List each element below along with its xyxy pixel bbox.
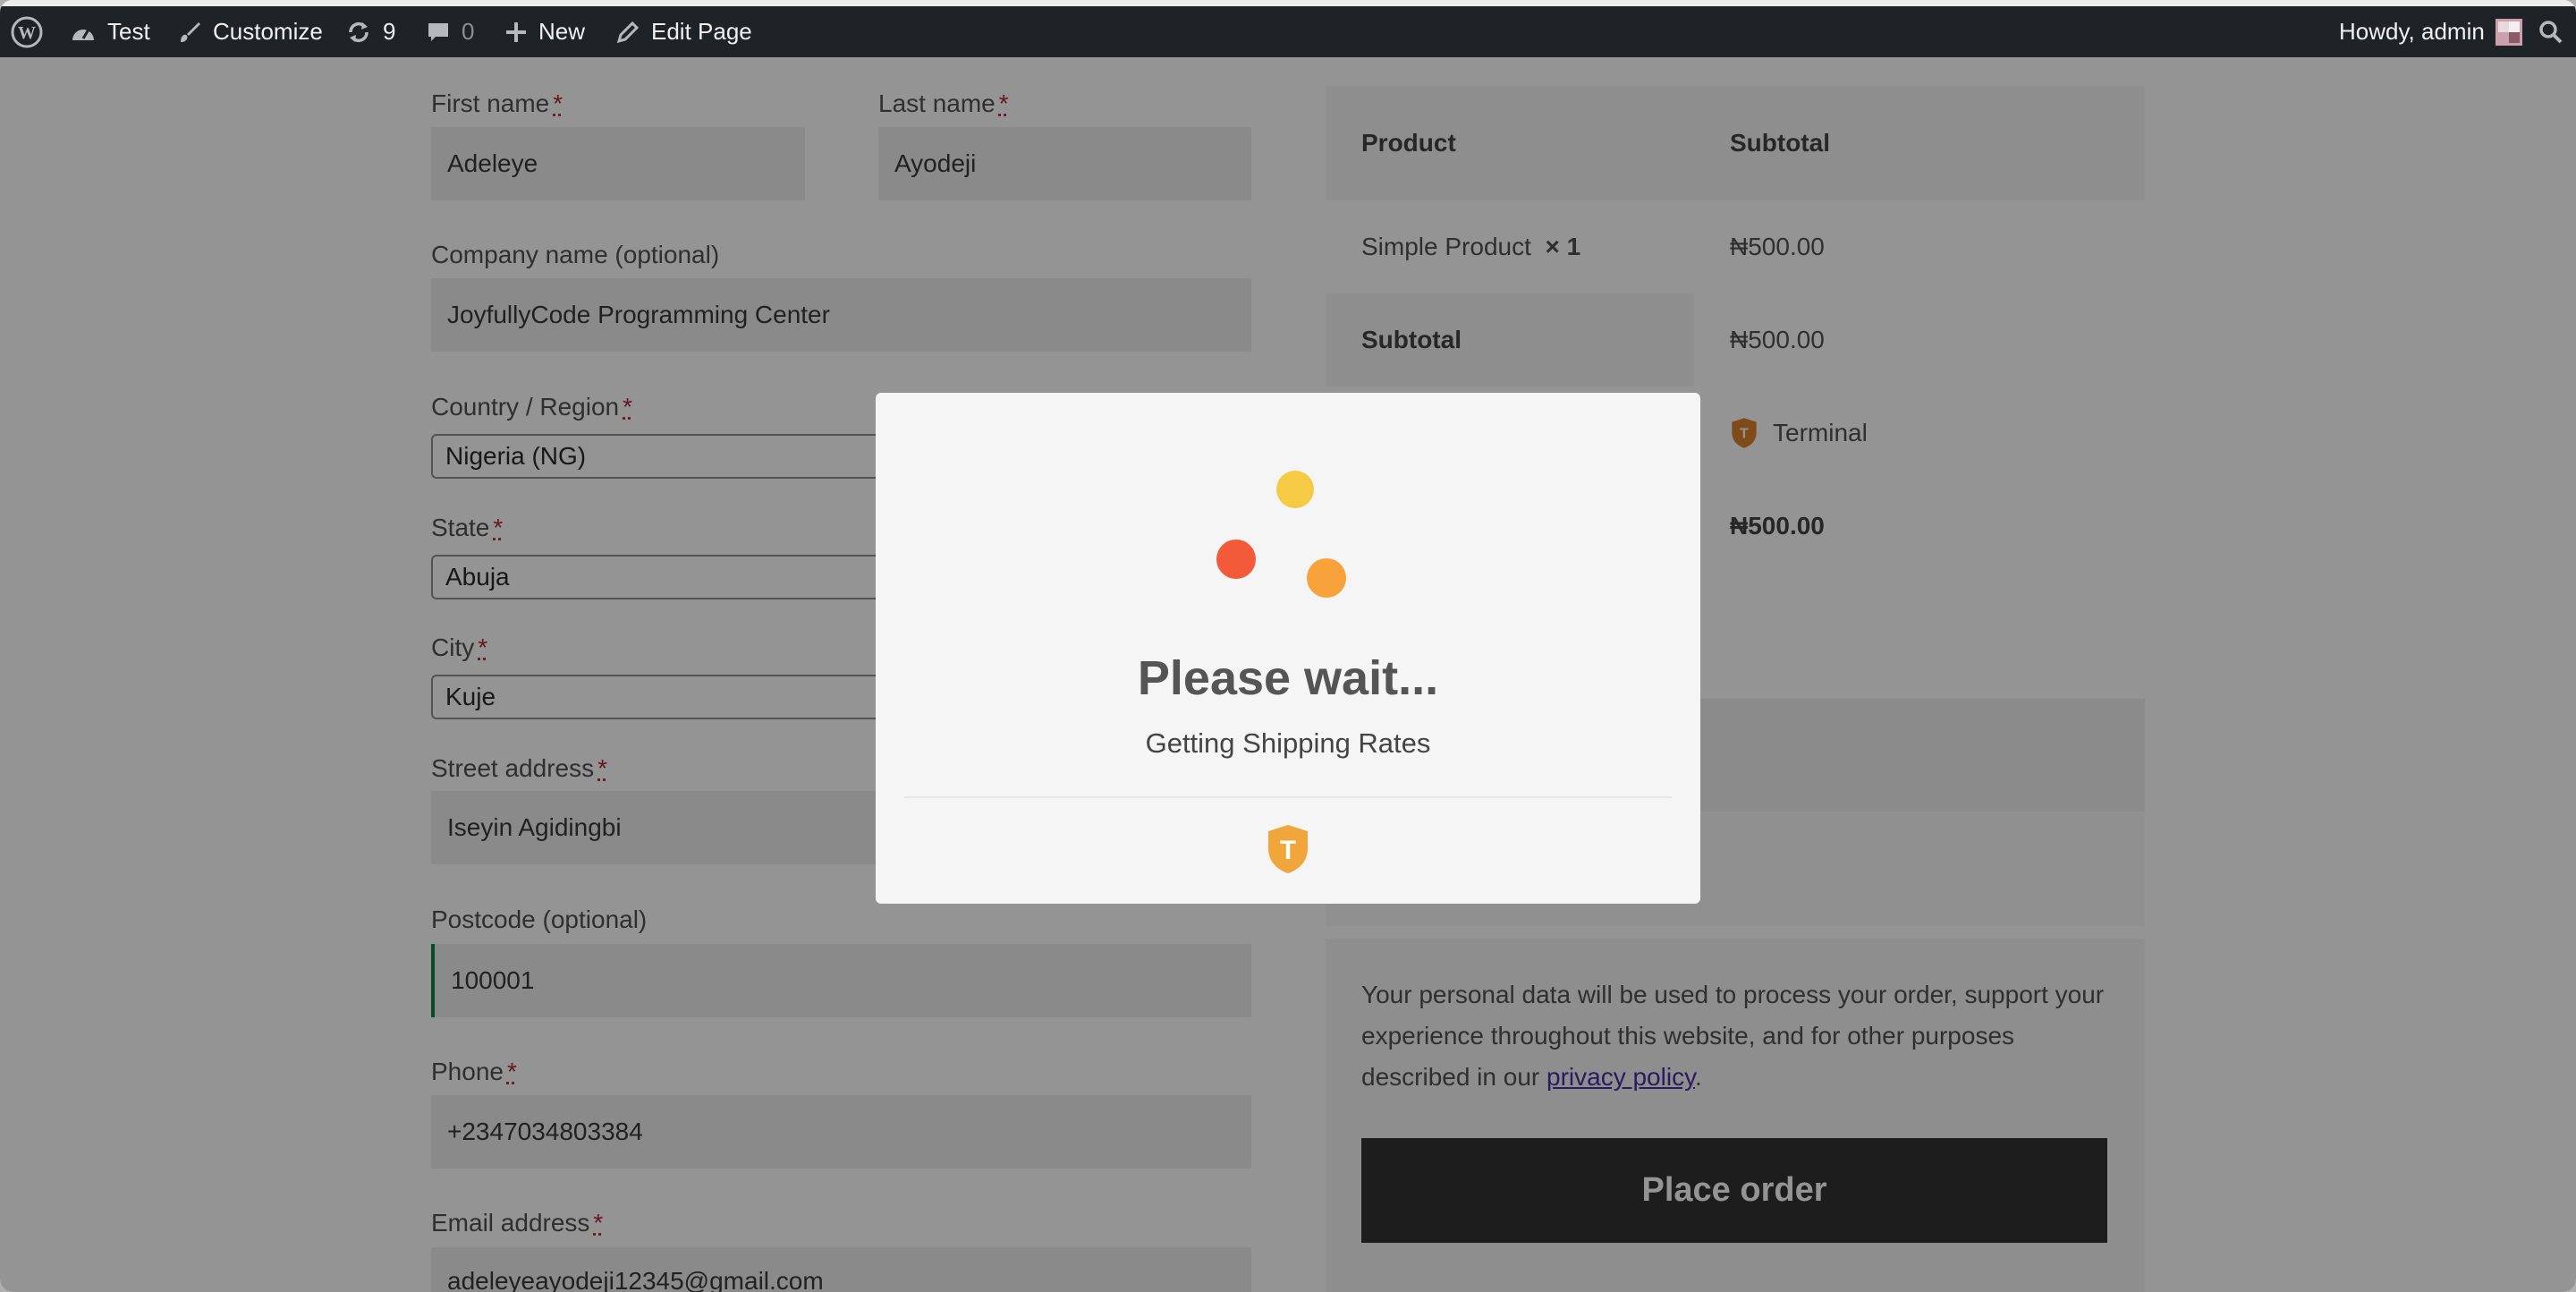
edit-page-link[interactable]: Edit Page bbox=[615, 6, 752, 57]
svg-text:W: W bbox=[18, 23, 36, 43]
modal-divider bbox=[904, 796, 1672, 798]
loader-dot bbox=[1307, 558, 1346, 598]
browser-frame: W Test Customize 9 0 New Edit Page Howdy… bbox=[0, 0, 2576, 1292]
top-strip bbox=[0, 0, 2576, 6]
wordpress-logo-icon[interactable]: W bbox=[11, 6, 43, 57]
howdy-text: Howdy, admin bbox=[2339, 18, 2485, 45]
site-name: Test bbox=[107, 18, 150, 45]
customize-link[interactable]: Customize bbox=[177, 6, 323, 57]
loading-modal: Please wait... Getting Shipping Rates T bbox=[876, 393, 1700, 904]
updates-count: 9 bbox=[383, 18, 396, 45]
new-content-link[interactable]: New bbox=[504, 6, 585, 57]
loader-dot bbox=[1276, 471, 1314, 508]
updates-refresh-icon bbox=[345, 19, 372, 46]
modal-subtitle: Getting Shipping Rates bbox=[1145, 727, 1431, 759]
my-account-menu[interactable]: Howdy, admin bbox=[2339, 6, 2522, 57]
modal-title: Please wait... bbox=[1137, 651, 1439, 705]
new-label: New bbox=[538, 18, 586, 45]
dashboard-icon bbox=[70, 21, 97, 44]
plus-icon bbox=[504, 21, 528, 44]
pencil-icon bbox=[615, 20, 640, 45]
wp-admin-bar: W Test Customize 9 0 New Edit Page Howdy… bbox=[0, 6, 2576, 57]
comment-bubble-icon bbox=[426, 20, 451, 45]
avatar bbox=[2495, 18, 2522, 46]
search-icon[interactable] bbox=[2538, 6, 2563, 57]
brush-icon bbox=[177, 20, 202, 45]
updates-link[interactable]: 9 bbox=[345, 6, 395, 57]
loader-dot bbox=[1216, 540, 1256, 579]
terminal-logo-icon: T bbox=[1268, 825, 1308, 873]
comments-link[interactable]: 0 bbox=[426, 6, 474, 57]
svg-text:T: T bbox=[1280, 836, 1296, 865]
site-name-menu[interactable]: Test bbox=[70, 6, 150, 57]
comments-count: 0 bbox=[462, 18, 475, 45]
customize-label: Customize bbox=[213, 18, 323, 45]
edit-page-label: Edit Page bbox=[651, 18, 752, 45]
